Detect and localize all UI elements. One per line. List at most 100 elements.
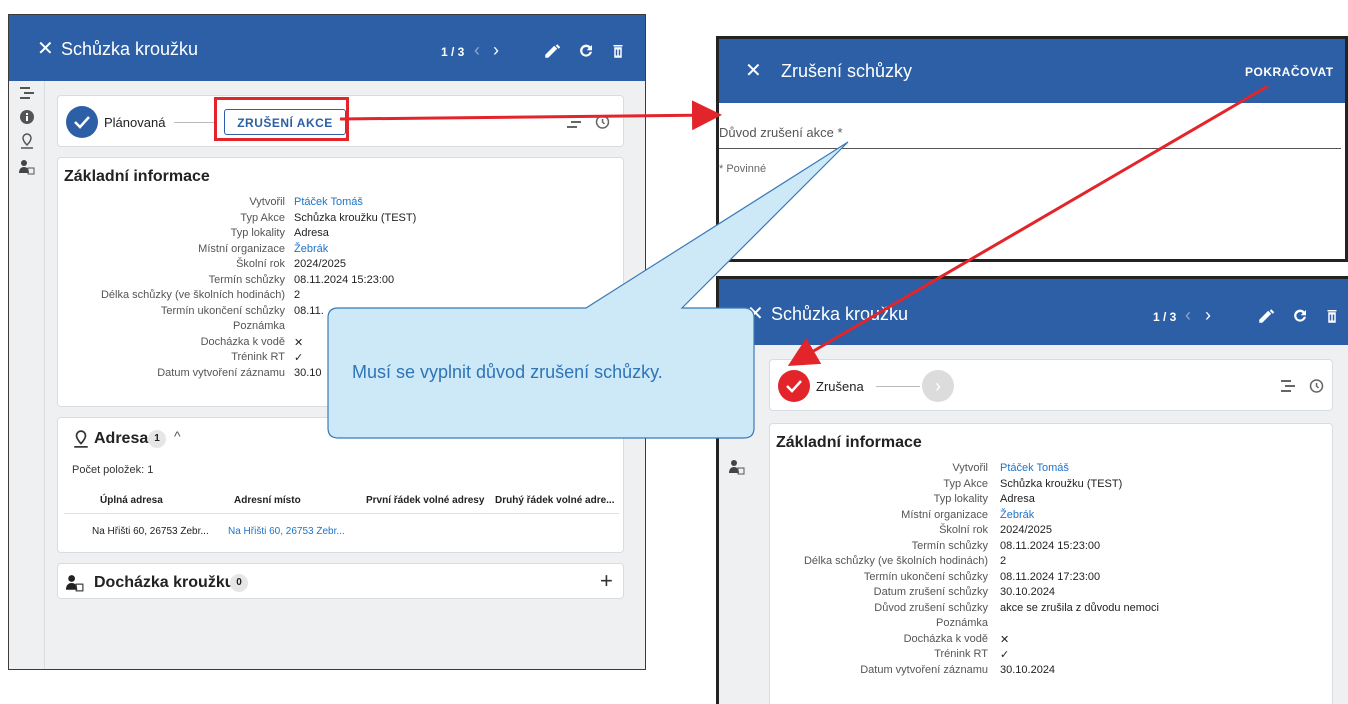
pager-indicator: 1 / 3 xyxy=(441,45,465,59)
column-header[interactable]: Úplná adresa xyxy=(100,495,163,506)
window-title: Schůzka kroužku xyxy=(771,304,909,324)
attendance-card: Docházka kroužku 0 + xyxy=(57,563,624,599)
table-row[interactable]: Na Hřišti 60, 26753 Žebr... Na Hřišti 60… xyxy=(64,516,619,546)
info-label: Délka schůzky (ve školních hodinách) xyxy=(100,289,285,301)
chevron-right-icon[interactable]: › xyxy=(493,41,499,59)
info-label: Typ lokality xyxy=(230,227,285,239)
reason-placeholder: Důvod zrušení akce * xyxy=(719,125,843,140)
person-check-icon[interactable] xyxy=(19,159,35,175)
chevron-right-icon[interactable]: › xyxy=(1205,306,1211,324)
check-icon xyxy=(786,380,802,393)
info-value: Adresa xyxy=(1000,493,1035,505)
refresh-icon[interactable] xyxy=(1291,307,1309,325)
info-value: ✓ xyxy=(1000,649,1010,661)
info-value: akce se zrušila z důvodu nemoci xyxy=(1000,601,1159,614)
info-label: Termín schůzky xyxy=(208,273,285,286)
trash-icon[interactable] xyxy=(1323,307,1341,325)
info-value-link[interactable]: Žebrák xyxy=(294,243,328,255)
info-value-link[interactable]: Ptáček Tomáš xyxy=(294,196,363,208)
address-title: Adresa xyxy=(94,430,149,447)
reason-field[interactable]: Důvod zrušení akce * xyxy=(719,119,1341,149)
section-title: Základní informace xyxy=(64,168,210,185)
right-window-header: ✕ Schůzka kroužku 1 / 3 ‹ › xyxy=(719,279,1348,345)
column-header[interactable]: První řádek volné adresy xyxy=(366,495,484,506)
pencil-icon[interactable] xyxy=(1257,307,1275,325)
status-card: Zrušena › xyxy=(769,359,1333,411)
callout-text: Musí se vyplnit důvod zrušení schůzky. xyxy=(352,362,663,382)
history-icon[interactable] xyxy=(594,114,610,130)
info-label: Vytvořil xyxy=(249,196,285,208)
person-check-icon[interactable] xyxy=(729,459,745,475)
history-icon[interactable] xyxy=(1308,378,1324,394)
refresh-icon[interactable] xyxy=(577,42,595,60)
workflow-icon[interactable] xyxy=(1280,378,1296,394)
close-icon[interactable]: ✕ xyxy=(747,304,764,324)
info-value: Adresa xyxy=(294,227,329,239)
info-value: 08.11.2024 15:23:00 xyxy=(294,273,395,286)
required-note: * Povinné xyxy=(719,163,767,175)
workflow-icon[interactable] xyxy=(19,85,35,101)
continue-button[interactable]: POKRAČOVAT xyxy=(1245,65,1334,79)
table-header-row: Úplná adresa Adresní místo První řádek v… xyxy=(64,486,619,514)
info-label: Datum vytvoření záznamu xyxy=(157,366,285,379)
info-value-link[interactable]: Ptáček Tomáš xyxy=(1000,462,1069,474)
info-value-link[interactable]: Žebrák xyxy=(1000,509,1034,521)
info-label: Školní rok xyxy=(939,524,988,536)
items-count: Počet položek: 1 xyxy=(72,464,154,476)
info-label: Termín ukončení schůzky xyxy=(863,570,988,583)
info-label: Termín ukončení schůzky xyxy=(160,304,285,317)
address-count-badge: 1 xyxy=(148,430,166,448)
map-pin-icon xyxy=(72,430,90,448)
info-label: Místní organizace xyxy=(198,242,285,255)
person-check-icon xyxy=(66,574,84,592)
info-label: Školní rok xyxy=(236,258,285,270)
info-label: Typ Akce xyxy=(943,477,988,490)
info-value: 2024/2025 xyxy=(294,258,346,270)
status-label: Plánovaná xyxy=(104,115,166,130)
trash-icon[interactable] xyxy=(609,42,627,60)
info-label: Důvod zrušení schůzky xyxy=(874,601,988,614)
info-value: 08.11.2024 17:23:00 xyxy=(1000,570,1101,583)
workflow-icon[interactable] xyxy=(566,114,582,130)
chevron-up-icon[interactable]: ^ xyxy=(174,428,181,444)
info-label: Termín schůzky xyxy=(911,539,988,552)
info-value: 2024/2025 xyxy=(1000,524,1052,536)
info-icon[interactable] xyxy=(19,109,35,125)
info-label: Typ lokality xyxy=(933,493,988,505)
pencil-icon[interactable] xyxy=(543,42,561,60)
add-attendance-button[interactable]: + xyxy=(600,568,613,594)
left-window-header: ✕ Schůzka kroužku 1 / 3 ‹ › xyxy=(9,15,645,81)
address-cell: Na Hřišti 60, 26753 Žebr... xyxy=(92,526,209,537)
info-label: Poznámka xyxy=(936,617,988,629)
info-label: Trénink RT xyxy=(934,648,988,660)
attendance-title: Docházka kroužku xyxy=(94,574,235,591)
pager-indicator: 1 / 3 xyxy=(1153,310,1177,324)
next-step-indicator[interactable]: › xyxy=(922,370,954,402)
info-value: Schůzka kroužku (TEST) xyxy=(294,211,417,224)
info-label: Datum zrušení schůzky xyxy=(873,586,988,598)
status-planned-indicator xyxy=(66,106,98,138)
status-cancelled-indicator xyxy=(778,370,810,402)
highlight-frame xyxy=(214,97,349,141)
info-label: Docházka k vodě xyxy=(200,335,285,348)
address-card: Adresa 1 ^ Počet položek: 1 Úplná adresa… xyxy=(57,417,624,553)
column-header[interactable]: Adresní místo xyxy=(234,495,301,506)
info-label: Vytvořil xyxy=(952,462,988,474)
chevron-left-icon[interactable]: ‹ xyxy=(474,41,480,59)
column-header[interactable]: Druhý řádek volné adre... xyxy=(495,495,615,506)
info-label: Docházka k vodě xyxy=(903,632,988,645)
close-icon[interactable]: ✕ xyxy=(37,39,54,59)
chevron-left-icon[interactable]: ‹ xyxy=(1185,306,1191,324)
dialog-header: ✕ Zrušení schůzky POKRAČOVAT xyxy=(719,39,1345,103)
map-pin-icon[interactable] xyxy=(19,133,35,149)
side-rail xyxy=(9,81,45,669)
left-detail-window: ✕ Schůzka kroužku 1 / 3 ‹ › Plánovaná ZR… xyxy=(8,14,646,670)
info-value: 30.10.2024 xyxy=(1000,586,1056,598)
attendance-count-badge: 0 xyxy=(230,574,248,592)
info-label: Typ Akce xyxy=(240,211,285,224)
address-place-link[interactable]: Na Hřišti 60, 26753 Žebr... xyxy=(228,526,368,537)
info-value: ✕ xyxy=(1000,633,1010,646)
close-icon[interactable]: ✕ xyxy=(745,61,762,81)
info-label: Poznámka xyxy=(233,320,285,332)
status-connector xyxy=(174,122,214,123)
